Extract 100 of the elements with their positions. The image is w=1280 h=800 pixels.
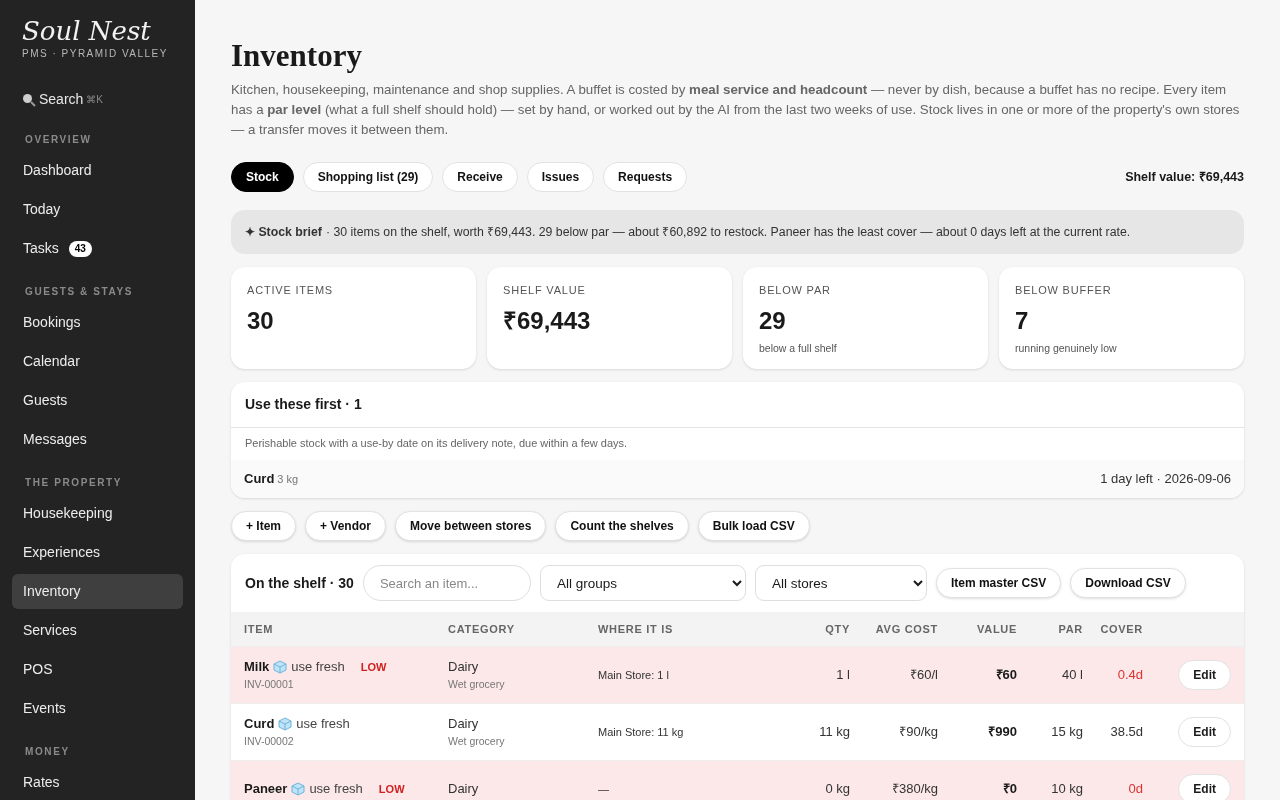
sidebar-item[interactable]: Guests	[12, 383, 183, 418]
table-cell-text: Main Store: 1 l	[598, 667, 669, 683]
item-label: Experiences	[23, 543, 101, 562]
search-field[interactable]: Search an item...	[362, 565, 531, 601]
action-button[interactable]: Bulk load CSV	[697, 511, 810, 541]
table-cell-text: 0 kg	[825, 780, 850, 799]
item-label: Today	[23, 200, 61, 219]
item-code: INV-00002	[244, 733, 294, 749]
action-button[interactable]: + Item	[231, 511, 296, 541]
shelf-title: On the shelf · 30	[245, 573, 354, 593]
edit-button[interactable]: Edit	[1178, 717, 1231, 747]
item-name: Paneer	[244, 780, 288, 799]
item-label: Dashboard	[23, 161, 92, 180]
table-cell-text: ₹90/kg	[899, 723, 938, 742]
item-label: Guests	[23, 391, 68, 410]
column-header: COVER	[1100, 621, 1143, 637]
cover-cell-text: 0d	[1128, 780, 1143, 799]
stat-note: below a full shelf	[759, 340, 837, 356]
table-cell-text: 1 l	[836, 666, 850, 685]
edit-button[interactable]: Edit	[1178, 774, 1231, 800]
column-header: QTY	[825, 621, 850, 637]
tab[interactable]: Requests	[603, 162, 688, 192]
tab[interactable]: Receive	[442, 162, 518, 192]
item-label: Bookings	[23, 313, 81, 332]
sidebar-item[interactable]: Calendar	[12, 344, 183, 379]
section-heading: GUESTS & STAYS	[24, 285, 134, 299]
column-header: VALUE	[977, 621, 1017, 637]
due-text: 1 day left · 2026-09-06	[1100, 470, 1231, 489]
column-header: AVG COST	[875, 621, 938, 637]
tab[interactable]: Shopping list (29)	[302, 162, 434, 192]
item-qty: 3 kg	[277, 471, 299, 487]
item-label: Messages	[23, 430, 87, 449]
column-header: ITEM	[244, 621, 275, 637]
sidebar-item[interactable]: Bookings	[12, 305, 183, 340]
column-header: CATEGORY	[448, 621, 516, 637]
csv-button[interactable]: Download CSV	[1070, 568, 1186, 598]
item-label: Events	[23, 699, 66, 718]
brand-subtitle: PMS · PYRAMID VALLEY	[22, 47, 169, 61]
item-name: Milk	[244, 658, 270, 677]
action-button[interactable]: + Vendor	[305, 511, 387, 541]
sidebar-item[interactable]: Experiences	[12, 535, 183, 570]
ice-cube-icon	[273, 660, 288, 675]
sidebar-item[interactable]: Dashboard	[12, 153, 183, 188]
stat-label: SHELF VALUE	[503, 283, 586, 298]
table-cell-text: ₹60/l	[910, 666, 938, 685]
item-tag: use fresh	[309, 779, 363, 799]
page-description: Kitchen, housekeeping, maintenance and shop supplies. A buffet is costed by meal service and headcount — never by dish, because a buffet has no recipe. Every item has a par level (what a full shelf should hold) — set by hand, or worked out by the AI from the last two weeks of use. Stock lives in one or more of the property's own stores — a transfer moves it between them.	[231, 81, 1241, 139]
brief-text: · 30 items on the shelf, worth ₹69,443. 29 below par — about ₹60,892 to restock. Paneer has the least cover — about 0 days left at the current rate.	[325, 223, 1131, 241]
sidebar-item[interactable]: Inventory	[12, 574, 183, 609]
sidebar-item[interactable]: Messages	[12, 422, 183, 457]
category-text: Dairy	[448, 780, 479, 799]
low-stock-label: LOW	[378, 781, 405, 797]
stat-value: 29	[759, 305, 786, 336]
action-button[interactable]: Move between stores	[395, 511, 547, 541]
column-header: WHERE IT IS	[598, 621, 674, 637]
item-label: Tasks	[23, 239, 59, 258]
store-select[interactable]: All stores	[754, 565, 927, 601]
table-cell-text: ₹380/kg	[891, 780, 938, 799]
item-label: POS	[23, 660, 53, 679]
stat-value: 7	[1015, 305, 1029, 336]
page-title: Inventory	[231, 38, 363, 74]
low-stock-label: LOW	[360, 659, 387, 675]
stat-value: ₹69,443	[503, 305, 591, 336]
brand-logo: Soul Nest	[22, 15, 152, 48]
card-description: Perishable stock with a use-by date on its delivery note, due within a few days.	[245, 437, 628, 449]
sidebar-item[interactable]: Today	[12, 192, 183, 227]
table-cell-text: 40 l	[1062, 666, 1083, 685]
count-badge: 43	[68, 240, 92, 257]
sidebar-item[interactable]: Services	[12, 613, 183, 648]
item-name: Curd	[244, 470, 275, 489]
csv-button[interactable]: Item master CSV	[935, 568, 1062, 598]
tab[interactable]: Issues	[526, 162, 595, 192]
stat-label: BELOW BUFFER	[1015, 283, 1112, 298]
tab[interactable]: Stock	[231, 162, 294, 192]
table-cell-text: 10 kg	[1051, 780, 1083, 799]
sidebar-item[interactable]: Rates	[12, 765, 183, 800]
group-text: Wet grocery	[448, 733, 505, 749]
ice-cube-icon	[278, 717, 293, 732]
search-button[interactable]: Search ⌘K	[22, 89, 104, 110]
table-cell-text: Main Store: 11 kg	[598, 724, 684, 740]
stat-value: 30	[247, 305, 274, 336]
edit-button[interactable]: Edit	[1178, 660, 1231, 690]
sidebar-item[interactable]: POS	[12, 652, 183, 687]
item-code: INV-00001	[244, 676, 294, 692]
action-button[interactable]: Count the shelves	[555, 511, 689, 541]
sidebar-item[interactable]: Events	[12, 691, 183, 726]
item-tag: use fresh	[296, 714, 350, 734]
cover-cell-text: 0.4d	[1117, 666, 1143, 685]
group-select[interactable]: All groups	[539, 565, 746, 601]
table-cell-text: 15 kg	[1051, 723, 1083, 742]
sidebar-item[interactable]: Housekeeping	[12, 496, 183, 531]
item-label: Housekeeping	[23, 504, 113, 523]
group-text: Wet grocery	[448, 676, 505, 692]
shortcut-hint: ⌘K	[86, 93, 104, 107]
table-cell-text: —	[598, 781, 609, 797]
ice-cube-icon	[291, 782, 306, 796]
table-cell-text: ₹0	[1002, 780, 1017, 799]
item-name: Curd	[244, 715, 275, 734]
item-label: Calendar	[23, 352, 80, 371]
sidebar-item[interactable]: Tasks 43	[12, 231, 183, 266]
